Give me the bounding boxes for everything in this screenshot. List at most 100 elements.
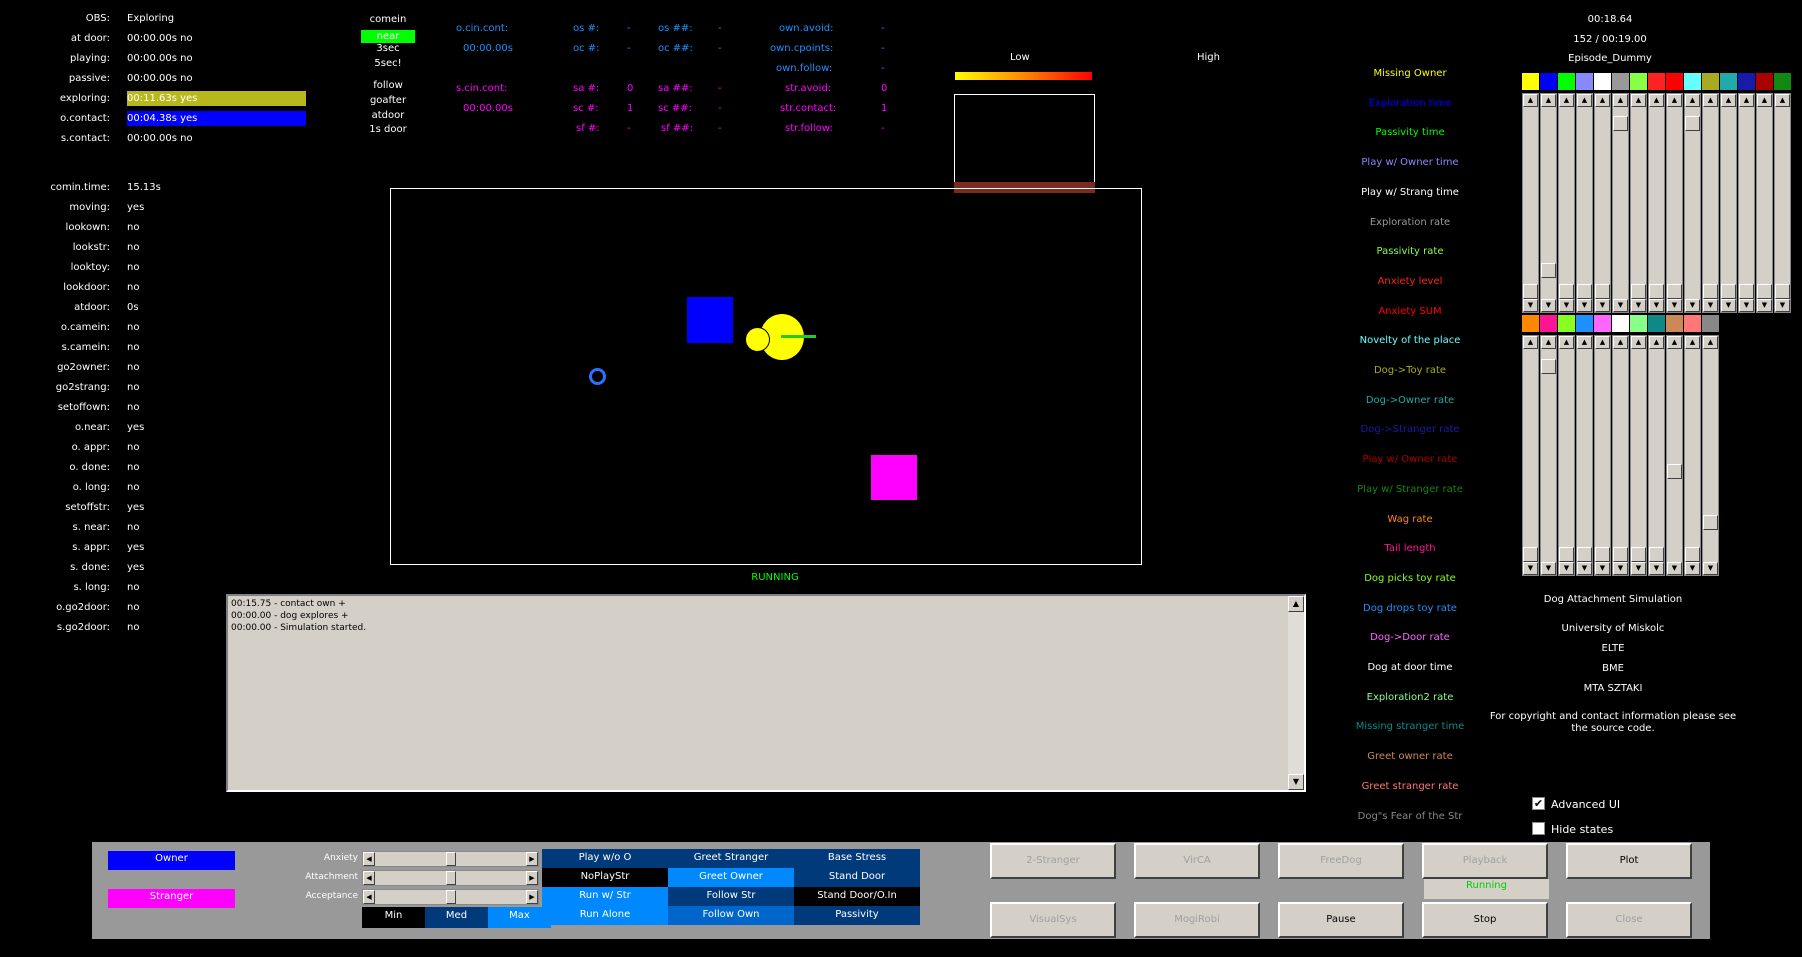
metric-slider[interactable]: ▲ ▼	[1522, 93, 1539, 313]
slider-down-arrow[interactable]: ▼	[1559, 299, 1574, 312]
metric-slider[interactable]: ▲ ▼	[1576, 335, 1593, 576]
slider-thumb[interactable]	[1757, 284, 1772, 299]
metric-slider[interactable]: ▲ ▼	[1558, 93, 1575, 313]
metric-slider[interactable]: ▲ ▼	[1702, 93, 1719, 313]
slider-up-arrow[interactable]: ▲	[1667, 336, 1682, 349]
behavior-button[interactable]: Stand Door/O.In	[794, 887, 920, 906]
log-scrollbar[interactable]: ▲ ▼	[1288, 596, 1304, 790]
slider-thumb[interactable]	[1631, 547, 1646, 562]
slider-down-arrow[interactable]: ▼	[1685, 562, 1700, 575]
close-button[interactable]: Close	[1566, 902, 1692, 938]
slider-thumb[interactable]	[1703, 284, 1718, 299]
slider-up-arrow[interactable]: ▲	[1703, 94, 1718, 107]
metric-slider[interactable]: ▲ ▼	[1522, 335, 1539, 576]
freedog-button[interactable]: FreeDog	[1278, 843, 1404, 879]
slider-up-arrow[interactable]: ▲	[1523, 336, 1538, 349]
plot-button[interactable]: Plot	[1566, 843, 1692, 879]
metric-slider[interactable]: ▲ ▼	[1684, 335, 1701, 576]
scroll-down-button[interactable]: ▼	[1288, 774, 1304, 790]
owner-color-chip[interactable]: Owner	[108, 851, 235, 870]
behavior-button[interactable]: Play w/o O	[542, 849, 668, 868]
slider-thumb[interactable]	[1667, 284, 1682, 299]
slider-down-arrow[interactable]: ▼	[1577, 562, 1592, 575]
slider-thumb[interactable]	[1541, 358, 1556, 374]
metric-slider[interactable]: ▲ ▼	[1702, 335, 1719, 576]
metric-slider[interactable]: ▲ ▼	[1648, 335, 1665, 576]
metric-slider[interactable]: ▲ ▼	[1612, 335, 1629, 576]
behavior-button[interactable]: Run w/ Str	[542, 887, 668, 906]
slider-thumb[interactable]	[1541, 262, 1556, 278]
slider-thumb[interactable]	[1595, 284, 1610, 299]
slider-thumb[interactable]	[1721, 284, 1736, 299]
slider-thumb[interactable]	[1775, 284, 1790, 299]
slider-down-arrow[interactable]: ▼	[1613, 562, 1628, 575]
metric-slider[interactable]: ▲ ▼	[1576, 93, 1593, 313]
slider-up-arrow[interactable]: ▲	[1595, 336, 1610, 349]
slider-up-arrow[interactable]: ▲	[1757, 94, 1772, 107]
visualsys-button[interactable]: VisualSys	[990, 902, 1116, 938]
hide-states-checkbox[interactable]	[1532, 822, 1545, 835]
slider-down-arrow[interactable]: ▼	[1775, 299, 1790, 312]
virca-button[interactable]: VirCA	[1134, 843, 1260, 879]
slider-down-arrow[interactable]: ▼	[1721, 299, 1736, 312]
slider-thumb[interactable]	[1631, 284, 1646, 299]
slider-thumb[interactable]	[1559, 547, 1574, 562]
metric-slider[interactable]: ▲ ▼	[1648, 93, 1665, 313]
metric-slider[interactable]: ▲ ▼	[1666, 93, 1683, 313]
slider-up-arrow[interactable]: ▲	[1685, 94, 1700, 107]
metric-slider[interactable]: ▲ ▼	[1774, 93, 1791, 313]
slider-left-arrow[interactable]: ◀	[363, 852, 375, 866]
slider-down-arrow[interactable]: ▼	[1703, 562, 1718, 575]
metric-slider[interactable]: ▲ ▼	[1594, 93, 1611, 313]
slider-thumb[interactable]	[1577, 284, 1592, 299]
behavior-button[interactable]: Greet Stranger	[668, 849, 794, 868]
slider-down-arrow[interactable]: ▼	[1649, 299, 1664, 312]
slider-down-arrow[interactable]: ▼	[1631, 562, 1646, 575]
mogirobi-button[interactable]: MogiRobi	[1134, 902, 1260, 938]
slider-down-arrow[interactable]: ▼	[1703, 299, 1718, 312]
slider-down-arrow[interactable]: ▼	[1757, 299, 1772, 312]
behavior-button[interactable]: Stand Door	[794, 868, 920, 887]
slider-thumb[interactable]	[1703, 515, 1718, 531]
slider-thumb[interactable]	[1613, 547, 1628, 562]
behavior-button[interactable]: Passivity	[794, 906, 920, 925]
slider-up-arrow[interactable]: ▲	[1649, 94, 1664, 107]
slider-thumb[interactable]	[1685, 115, 1700, 131]
metric-slider[interactable]: ▲ ▼	[1738, 93, 1755, 313]
slider-thumb[interactable]	[445, 852, 456, 866]
slider-up-arrow[interactable]: ▲	[1631, 336, 1646, 349]
slider-up-arrow[interactable]: ▲	[1523, 94, 1538, 107]
slider-right-arrow[interactable]: ▶	[526, 871, 538, 885]
slider-down-arrow[interactable]: ▼	[1523, 299, 1538, 312]
slider-thumb[interactable]	[1739, 284, 1754, 299]
slider-right-arrow[interactable]: ▶	[526, 852, 538, 866]
metric-slider[interactable]: ▲ ▼	[1558, 335, 1575, 576]
metric-slider[interactable]: ▲ ▼	[1540, 93, 1557, 313]
param-slider[interactable]: ◀ ▶	[362, 889, 539, 905]
slider-up-arrow[interactable]: ▲	[1559, 336, 1574, 349]
slider-up-arrow[interactable]: ▲	[1559, 94, 1574, 107]
slider-down-arrow[interactable]: ▼	[1685, 299, 1700, 312]
slider-thumb[interactable]	[445, 871, 456, 885]
param-slider[interactable]: ◀ ▶	[362, 870, 539, 886]
metric-slider[interactable]: ▲ ▼	[1720, 93, 1737, 313]
slider-thumb[interactable]	[1667, 463, 1682, 479]
slider-up-arrow[interactable]: ▲	[1667, 94, 1682, 107]
behavior-button[interactable]: Base Stress	[794, 849, 920, 868]
behavior-button[interactable]: NoPlayStr	[542, 868, 668, 887]
slider-down-arrow[interactable]: ▼	[1595, 299, 1610, 312]
slider-up-arrow[interactable]: ▲	[1631, 94, 1646, 107]
pause-button[interactable]: Pause	[1278, 902, 1404, 938]
slider-up-arrow[interactable]: ▲	[1541, 336, 1556, 349]
slider-thumb[interactable]	[1523, 284, 1538, 299]
metric-slider[interactable]: ▲ ▼	[1612, 93, 1629, 313]
playback-button[interactable]: Playback	[1422, 843, 1548, 879]
slider-up-arrow[interactable]: ▲	[1649, 336, 1664, 349]
slider-up-arrow[interactable]: ▲	[1721, 94, 1736, 107]
slider-up-arrow[interactable]: ▲	[1577, 94, 1592, 107]
level-button-med[interactable]: Med	[425, 907, 488, 928]
slider-down-arrow[interactable]: ▼	[1559, 562, 1574, 575]
slider-left-arrow[interactable]: ◀	[363, 890, 375, 904]
metric-slider[interactable]: ▲ ▼	[1540, 335, 1557, 576]
slider-down-arrow[interactable]: ▼	[1523, 562, 1538, 575]
